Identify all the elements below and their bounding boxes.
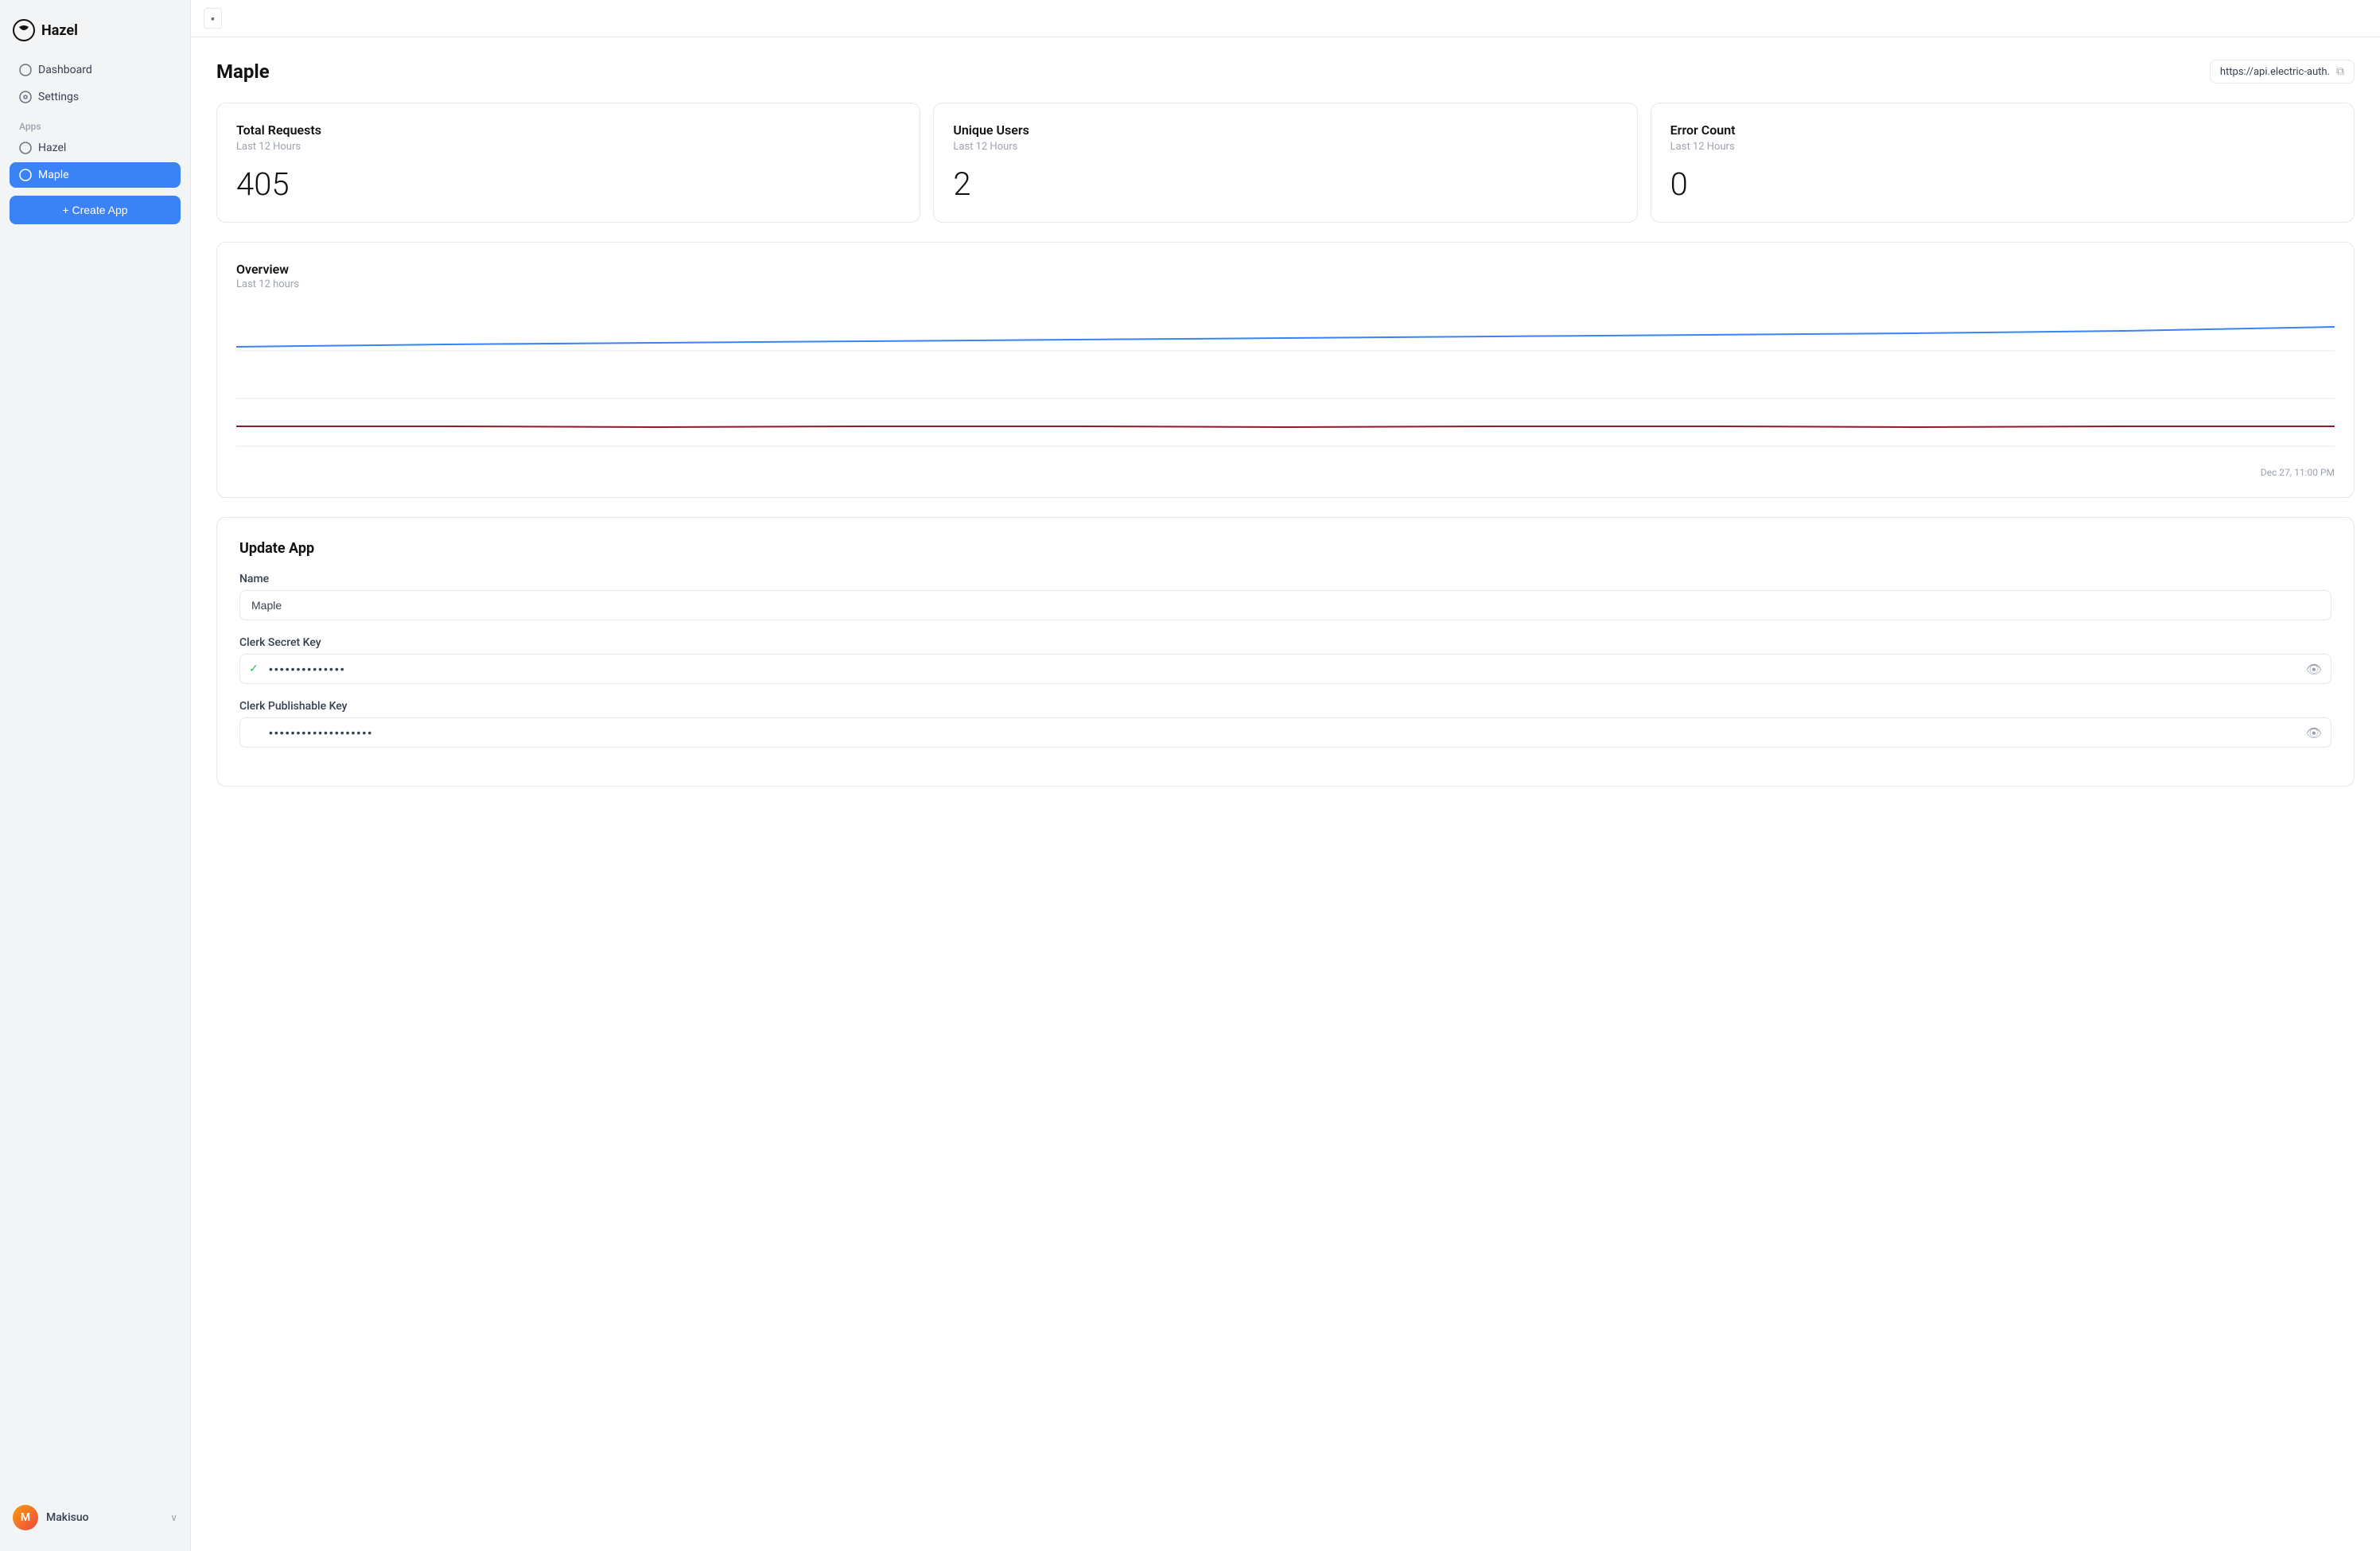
- sidebar: Hazel Dashboard Settings Apps Hazel Mapl…: [0, 0, 191, 1551]
- stat-sublabel-unique-users: Last 12 Hours: [953, 141, 1617, 153]
- name-label: Name: [239, 573, 2331, 585]
- topbar: ▪: [191, 0, 2380, 37]
- maple-app-icon: [19, 169, 32, 181]
- clerk-secret-input-wrapper: ✓ 👁: [239, 654, 2331, 684]
- avatar: M: [13, 1505, 38, 1530]
- chart-timestamp: Dec 27, 11:00 PM: [236, 467, 2335, 478]
- sidebar-item-dashboard[interactable]: Dashboard: [10, 57, 181, 83]
- create-app-button[interactable]: + Create App: [10, 196, 181, 224]
- check-icon: ✓: [249, 663, 259, 675]
- stat-value-total-requests: 405: [236, 165, 900, 203]
- sidebar-item-hazel-label: Hazel: [38, 142, 66, 154]
- chart-subtitle: Last 12 hours: [236, 278, 2335, 290]
- eye-icon[interactable]: 👁: [2306, 662, 2322, 677]
- name-form-group: Name: [239, 573, 2331, 620]
- clerk-secret-input[interactable]: [239, 654, 2331, 684]
- stat-sublabel-total-requests: Last 12 Hours: [236, 141, 900, 153]
- chart-svg: [236, 303, 2335, 462]
- hazel-app-icon: [19, 142, 32, 154]
- chart-title: Overview: [236, 262, 2335, 277]
- name-input[interactable]: [239, 590, 2331, 620]
- dashboard-icon: [19, 64, 32, 76]
- sidebar-toggle-button[interactable]: ▪: [204, 8, 222, 29]
- page-header: Maple https://api.electric-auth. ⧉: [216, 60, 2355, 84]
- page-content: Maple https://api.electric-auth. ⧉ Total…: [191, 37, 2380, 1551]
- stat-label-error-count: Error Count: [1670, 122, 2335, 138]
- hazel-logo-icon: [13, 19, 35, 41]
- clerk-publishable-label: Clerk Publishable Key: [239, 700, 2331, 713]
- sidebar-item-settings-label: Settings: [38, 91, 79, 103]
- update-app-title: Update App: [239, 540, 2331, 557]
- stat-card-error-count: Error Count Last 12 Hours 0: [1651, 103, 2355, 223]
- stat-value-unique-users: 2: [953, 165, 1617, 203]
- app-logo: Hazel: [10, 13, 181, 57]
- stat-sublabel-error-count: Last 12 Hours: [1670, 141, 2335, 153]
- brand-name: Hazel: [41, 22, 78, 39]
- clerk-secret-form-group: Clerk Secret Key ✓ 👁: [239, 636, 2331, 684]
- sidebar-item-settings[interactable]: Settings: [10, 84, 181, 110]
- sidebar-item-dashboard-label: Dashboard: [38, 64, 92, 76]
- apps-section-label: Apps: [10, 111, 181, 135]
- update-app-card: Update App Name Clerk Secret Key ✓ 👁 Cle…: [216, 517, 2355, 787]
- stat-label-total-requests: Total Requests: [236, 122, 900, 138]
- user-profile[interactable]: M Makisuo ∨: [10, 1497, 181, 1538]
- user-name: Makisuo: [46, 1511, 162, 1524]
- api-url-box: https://api.electric-auth. ⧉: [2210, 60, 2355, 84]
- sidebar-item-maple-label: Maple: [38, 169, 69, 181]
- sidebar-toggle-icon: ▪: [211, 12, 215, 25]
- clerk-publishable-input[interactable]: [239, 717, 2331, 748]
- stats-grid: Total Requests Last 12 Hours 405 Unique …: [216, 103, 2355, 223]
- settings-icon: [19, 91, 32, 103]
- stat-card-unique-users: Unique Users Last 12 Hours 2: [933, 103, 1637, 223]
- clerk-publishable-form-group: Clerk Publishable Key 👁: [239, 700, 2331, 748]
- eye-icon-publishable[interactable]: 👁: [2306, 725, 2322, 741]
- main-content: ▪ Maple https://api.electric-auth. ⧉ Tot…: [191, 0, 2380, 1551]
- stat-card-total-requests: Total Requests Last 12 Hours 405: [216, 103, 920, 223]
- create-app-label: + Create App: [62, 204, 127, 216]
- overview-chart-card: Overview Last 12 hours Dec 27, 11:00 PM: [216, 242, 2355, 498]
- copy-icon[interactable]: ⧉: [2336, 65, 2344, 78]
- stat-value-error-count: 0: [1670, 165, 2335, 203]
- page-title: Maple: [216, 60, 270, 83]
- chevron-down-icon: ∨: [170, 1512, 177, 1523]
- clerk-secret-label: Clerk Secret Key: [239, 636, 2331, 649]
- clerk-publishable-input-wrapper: 👁: [239, 717, 2331, 748]
- api-url-text: https://api.electric-auth.: [2220, 66, 2330, 78]
- sidebar-item-maple[interactable]: Maple: [10, 162, 181, 188]
- sidebar-item-hazel[interactable]: Hazel: [10, 135, 181, 161]
- chart-area: [236, 303, 2335, 462]
- stat-label-unique-users: Unique Users: [953, 122, 1617, 138]
